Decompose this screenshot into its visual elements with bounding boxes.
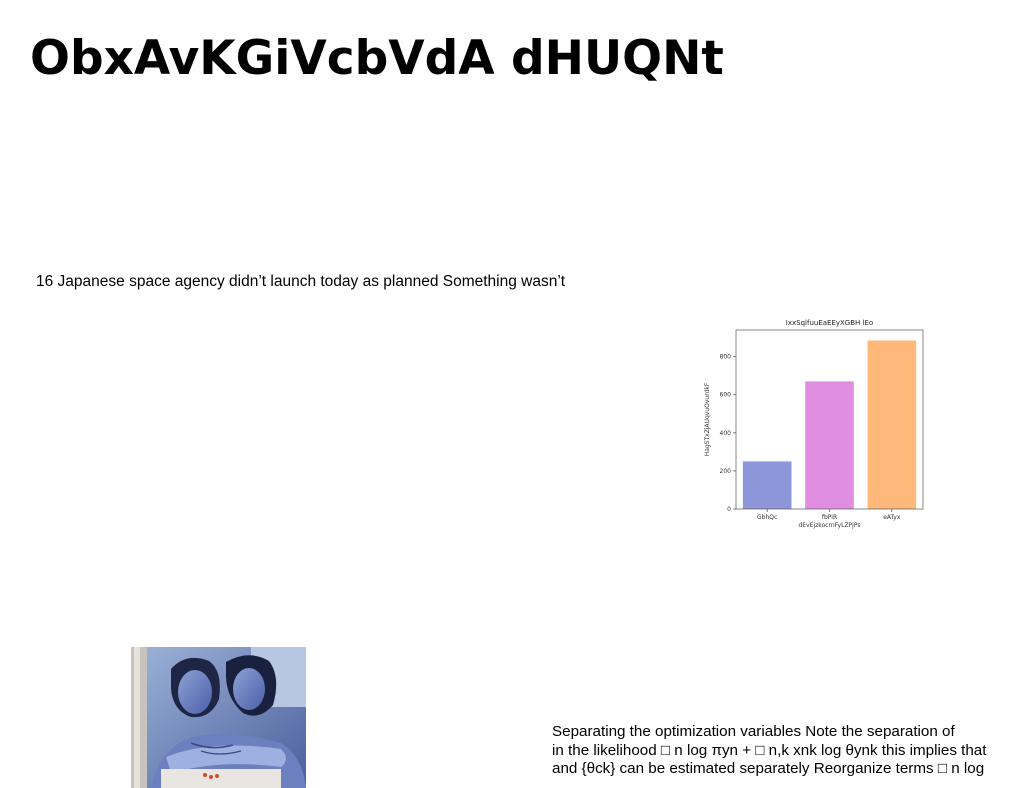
chart-y-tick-label: 600 [720, 392, 732, 399]
chart-bar-fbPiR [805, 381, 854, 509]
chart-x-tick-label: eATyx [883, 514, 901, 521]
photo-two-people-in-car [131, 647, 306, 788]
body-text-line: in the likelihood □ n log πyn + □ n,k xn… [552, 741, 987, 759]
chart-bar-GbhQc [742, 461, 792, 509]
photo-illustration [131, 647, 306, 788]
chart-y-axis-label: HagSTxZjAUqvuOvurdkF [704, 382, 711, 456]
chart-x-tick-label: GbhQc [757, 514, 777, 521]
subtitle-text: 16 Japanese space agency didn’t launch t… [36, 273, 566, 290]
chart-y-tick-label: 0 [727, 506, 731, 513]
chart-bar-eATyx [867, 340, 917, 509]
chart-x-tick-label: fbPiR [822, 514, 837, 521]
body-text-paragraph: Separating the optimization variables No… [552, 723, 1022, 779]
chart-title: IxxSqlfuuEaEEyXGBH lEo [786, 319, 873, 327]
chart-y-tick-label: 800 [720, 354, 732, 361]
bar-chart: IxxSqlfuuEaEEyXGBH lEo GbhQc fbPiR eATyx 0 20… [700, 315, 930, 537]
body-text-line: Separating the optimization variables No… [552, 723, 955, 740]
slide-title: ObxAvKGiVcbVdA dHUQNt [30, 31, 724, 86]
chart-x-axis-label: dEvEjzkocrnFyLZPjPs [799, 522, 861, 529]
chart-y-tick-label: 400 [720, 430, 732, 437]
chart-y-tick-label: 200 [720, 468, 732, 475]
bar-chart-svg: IxxSqlfuuEaEEyXGBH lEo GbhQc fbPiR eATyx 0 20… [704, 319, 924, 529]
body-text-line: and {θck} can be estimated separately Re… [552, 760, 985, 777]
